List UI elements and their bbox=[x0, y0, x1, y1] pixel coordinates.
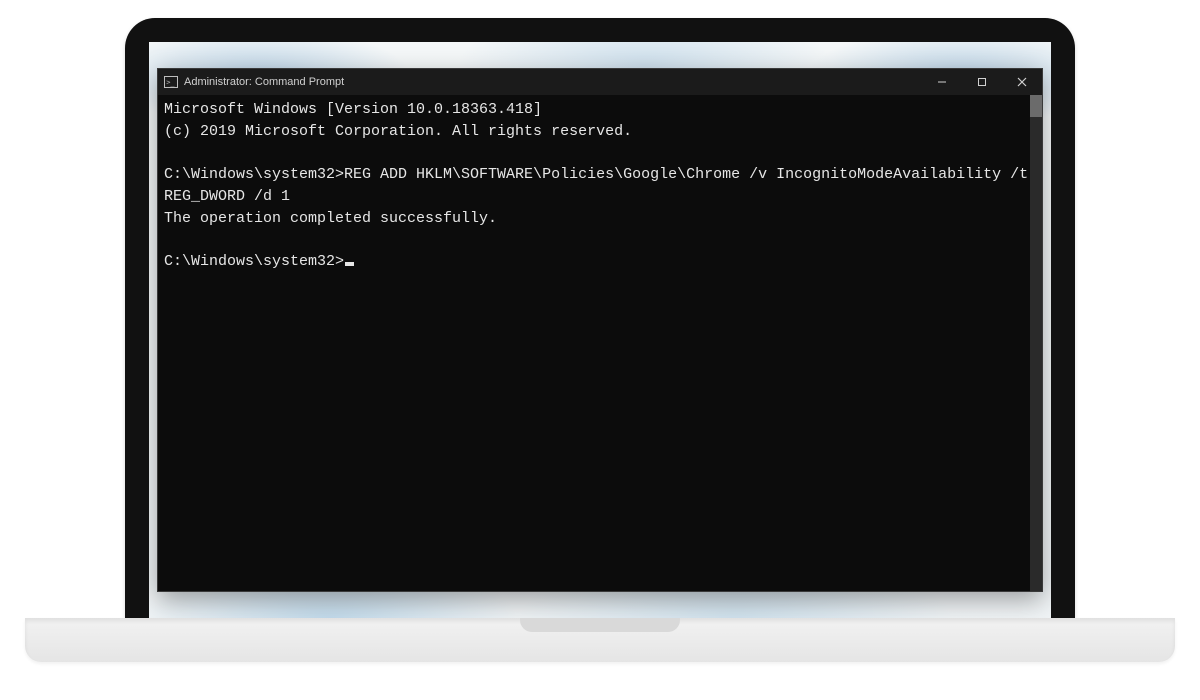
svg-text:>_: >_ bbox=[166, 79, 175, 87]
terminal-prompt: C:\Windows\system32> bbox=[164, 166, 344, 183]
terminal-prompt: C:\Windows\system32> bbox=[164, 253, 344, 270]
window-titlebar[interactable]: >_ Administrator: Command Prompt bbox=[158, 69, 1042, 95]
laptop-device: >_ Administrator: Command Prompt bbox=[125, 18, 1075, 662]
terminal-body[interactable]: Microsoft Windows [Version 10.0.18363.41… bbox=[158, 95, 1042, 591]
terminal-version-line: Microsoft Windows [Version 10.0.18363.41… bbox=[164, 101, 542, 118]
laptop-notch bbox=[520, 618, 680, 632]
laptop-base bbox=[25, 618, 1175, 662]
close-button[interactable] bbox=[1002, 69, 1042, 95]
terminal-copyright-line: (c) 2019 Microsoft Corporation. All righ… bbox=[164, 123, 632, 140]
minimize-button[interactable] bbox=[922, 69, 962, 95]
vertical-scrollbar[interactable] bbox=[1030, 95, 1042, 591]
desktop-screen: >_ Administrator: Command Prompt bbox=[149, 42, 1051, 618]
command-prompt-window: >_ Administrator: Command Prompt bbox=[157, 68, 1043, 592]
laptop-bezel: >_ Administrator: Command Prompt bbox=[125, 18, 1075, 618]
cmd-app-icon: >_ bbox=[164, 76, 178, 88]
terminal-cursor bbox=[345, 262, 354, 266]
maximize-button[interactable] bbox=[962, 69, 1002, 95]
terminal-result: The operation completed successfully. bbox=[164, 210, 497, 227]
scrollbar-thumb[interactable] bbox=[1030, 95, 1042, 117]
window-title: Administrator: Command Prompt bbox=[184, 76, 344, 88]
